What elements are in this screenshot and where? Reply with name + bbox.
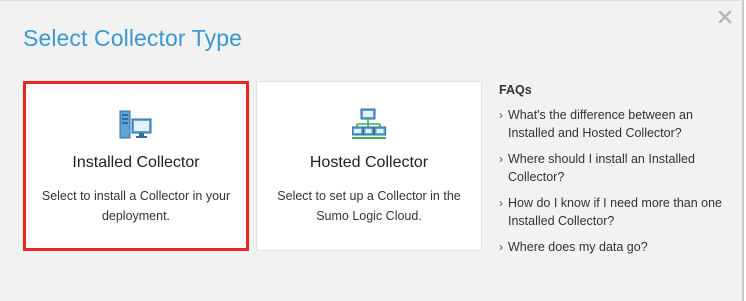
faq-item[interactable]: › What's the difference between an Insta… [499, 106, 739, 142]
server-computer-icon [26, 108, 246, 140]
faqs-title: FAQs [499, 83, 532, 97]
chevron-right-icon: › [499, 152, 503, 166]
installed-collector-card[interactable]: Installed Collector Select to install a … [23, 81, 249, 251]
faq-item-label: How do I know if I need more than one In… [508, 196, 723, 228]
faqs-panel: FAQs › What's the difference between an … [499, 83, 739, 264]
close-icon [718, 10, 732, 24]
hosted-collector-description: Select to set up a Collector in the Sumo… [277, 189, 461, 223]
chevron-right-icon: › [499, 240, 503, 254]
installed-collector-description: Select to install a Collector in your de… [41, 189, 231, 223]
faq-item-label: Where does my data go? [508, 240, 648, 254]
installed-collector-title: Installed Collector [72, 154, 200, 171]
chevron-right-icon: › [499, 108, 503, 122]
faq-item[interactable]: › How do I know if I need more than one … [499, 194, 739, 230]
hosted-collector-title: Hosted Collector [309, 154, 429, 171]
faq-item[interactable]: › Where does my data go? [499, 238, 739, 256]
faq-item-label: Where should I install an Installed Coll… [508, 152, 695, 184]
network-cloud-icon [257, 108, 481, 140]
select-collector-dialog: Select Collector Type Installed Collecto… [0, 0, 744, 301]
faq-item[interactable]: › Where should I install an Installed Co… [499, 150, 739, 186]
faq-item-label: What's the difference between an Install… [508, 108, 693, 140]
dialog-title: Select Collector Type [23, 25, 243, 51]
chevron-right-icon: › [499, 196, 503, 210]
hosted-collector-card[interactable]: Hosted Collector Select to set up a Coll… [256, 81, 482, 251]
close-button[interactable] [716, 8, 736, 28]
